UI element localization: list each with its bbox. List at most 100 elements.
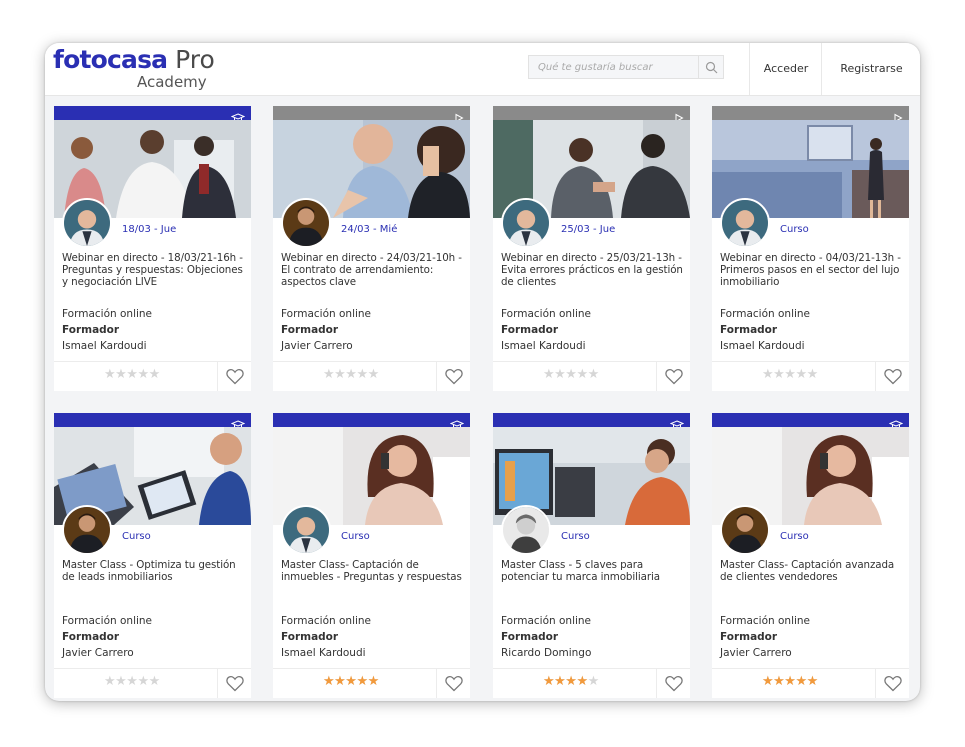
- heart-icon: [884, 368, 902, 385]
- trainer-avatar: [501, 505, 551, 555]
- course-mode: Formación online: [501, 308, 592, 320]
- search-button[interactable]: [698, 55, 724, 79]
- trainer-name: Javier Carrero: [281, 340, 353, 352]
- course-card[interactable]: 18/03 - Jue Webinar en directo - 18/03/21…: [54, 106, 251, 391]
- favorite-button[interactable]: [217, 362, 251, 391]
- card-top-bar: [54, 106, 251, 122]
- card-top-bar: [712, 413, 909, 429]
- logo-brand: fotocasa: [53, 45, 168, 74]
- favorite-button[interactable]: [875, 669, 909, 698]
- trainer-avatar: [501, 198, 551, 248]
- trainer-name: Javier Carrero: [720, 647, 792, 659]
- favorite-button[interactable]: [875, 362, 909, 391]
- card-tag: 18/03 - Jue: [122, 224, 177, 235]
- browser-window: fotocasa Pro Academy Acceder Registrarse…: [45, 43, 920, 701]
- course-title[interactable]: Webinar en directo - 25/03/21-13h - Evit…: [501, 252, 686, 288]
- card-top-bar: [493, 413, 690, 429]
- favorite-button[interactable]: [436, 362, 470, 391]
- trainer-avatar: [281, 505, 331, 555]
- star-rating: ★★★★★★★★★★: [762, 675, 826, 689]
- trainer-name: Ricardo Domingo: [501, 647, 592, 659]
- star-rating: ★★★★★★★★★★: [323, 675, 387, 689]
- course-mode: Formación online: [281, 308, 372, 320]
- star-rating: ★★★★★★★★★★: [104, 368, 168, 382]
- card-tag: 24/03 - Mié: [341, 224, 398, 235]
- favorite-button[interactable]: [656, 362, 690, 391]
- course-title[interactable]: Webinar en directo - 18/03/21-16h - Preg…: [62, 252, 247, 288]
- course-mode: Formación online: [720, 615, 811, 627]
- favorite-button[interactable]: [217, 669, 251, 698]
- heart-icon: [665, 675, 683, 692]
- course-title[interactable]: Webinar en directo - 24/03/21-10h - El c…: [281, 252, 466, 288]
- card-tag: Curso: [780, 224, 809, 235]
- trainer-label: Formador: [62, 631, 120, 643]
- card-top-bar: [712, 106, 909, 123]
- register-button[interactable]: Registrarse: [821, 43, 920, 95]
- trainer-name: Javier Carrero: [62, 647, 134, 659]
- star-rating-filled: ★★★★★: [762, 675, 818, 689]
- star-rating: ★★★★★★★★★★: [323, 368, 387, 382]
- course-title[interactable]: Master Class - Optimiza tu gestión de le…: [62, 559, 247, 583]
- heart-icon: [884, 675, 902, 692]
- course-card[interactable]: 25/03 - Jue Webinar en directo - 25/03/21…: [493, 106, 690, 391]
- card-footer: ★★★★★★★★★★: [712, 361, 909, 391]
- heart-icon: [445, 368, 463, 385]
- course-card[interactable]: Curso Master Class- Captación avanzada de…: [712, 413, 909, 698]
- star-rating: ★★★★★★★★★★: [543, 675, 607, 689]
- favorite-button[interactable]: [656, 669, 690, 698]
- course-card[interactable]: 24/03 - Mié Webinar en directo - 24/03/21…: [273, 106, 470, 391]
- trainer-name: Ismael Kardoudi: [501, 340, 586, 352]
- trainer-avatar: [62, 198, 112, 248]
- card-tag: Curso: [780, 531, 809, 542]
- course-card[interactable]: Curso Webinar en directo - 04/03/21-13h -…: [712, 106, 909, 391]
- trainer-label: Formador: [281, 631, 339, 643]
- trainer-name: Ismael Kardoudi: [281, 647, 366, 659]
- star-rating-filled: ★★★★★: [323, 675, 379, 689]
- card-top-bar: [273, 413, 470, 429]
- card-footer: ★★★★★★★★★★: [54, 668, 251, 698]
- course-card[interactable]: Curso Master Class - 5 claves para potenc…: [493, 413, 690, 698]
- course-mode: Formación online: [62, 615, 153, 627]
- trainer-avatar: [720, 198, 770, 248]
- site-header: fotocasa Pro Academy Acceder Registrarse: [45, 43, 920, 96]
- card-footer: ★★★★★★★★★★: [54, 361, 251, 391]
- course-title[interactable]: Master Class- Captación avanzada de clie…: [720, 559, 905, 583]
- search-input[interactable]: [528, 55, 698, 79]
- course-mode: Formación online: [281, 615, 372, 627]
- star-rating-empty: ★★★★★: [762, 367, 818, 382]
- course-mode: Formación online: [720, 308, 811, 320]
- star-rating-empty: ★★★★★: [543, 367, 599, 382]
- search-bar: [528, 55, 726, 81]
- course-card[interactable]: Curso Master Class - Optimiza tu gestión …: [54, 413, 251, 698]
- card-top-bar: [273, 106, 470, 123]
- course-title[interactable]: Master Class - 5 claves para potenciar t…: [501, 559, 686, 583]
- site-logo[interactable]: fotocasa Pro Academy: [53, 45, 223, 93]
- star-rating: ★★★★★★★★★★: [762, 368, 826, 382]
- star-rating: ★★★★★★★★★★: [543, 368, 607, 382]
- logo-subtitle: Academy: [137, 73, 207, 91]
- trainer-name: Ismael Kardoudi: [62, 340, 147, 352]
- card-tag: Curso: [122, 531, 151, 542]
- heart-icon: [226, 675, 244, 692]
- trainer-label: Formador: [62, 324, 120, 336]
- course-mode: Formación online: [501, 615, 592, 627]
- course-card[interactable]: Curso Master Class- Captación de inmueble…: [273, 413, 470, 698]
- trainer-avatar: [62, 505, 112, 555]
- card-footer: ★★★★★★★★★★: [273, 668, 470, 698]
- card-footer: ★★★★★★★★★★: [712, 668, 909, 698]
- star-rating-empty: ★★★★★: [323, 367, 379, 382]
- course-mode: Formación online: [62, 308, 153, 320]
- star-rating: ★★★★★★★★★★: [104, 675, 168, 689]
- course-title[interactable]: Webinar en directo - 04/03/21-13h - Prim…: [720, 252, 905, 288]
- trainer-label: Formador: [281, 324, 339, 336]
- course-title[interactable]: Master Class- Captación de inmuebles - P…: [281, 559, 466, 583]
- login-button[interactable]: Acceder: [749, 43, 822, 95]
- trainer-avatar: [281, 198, 331, 248]
- card-top-bar: [493, 106, 690, 123]
- trainer-label: Formador: [720, 324, 778, 336]
- trainer-label: Formador: [501, 631, 559, 643]
- trainer-avatar: [720, 505, 770, 555]
- heart-icon: [226, 368, 244, 385]
- card-tag: Curso: [341, 531, 370, 542]
- favorite-button[interactable]: [436, 669, 470, 698]
